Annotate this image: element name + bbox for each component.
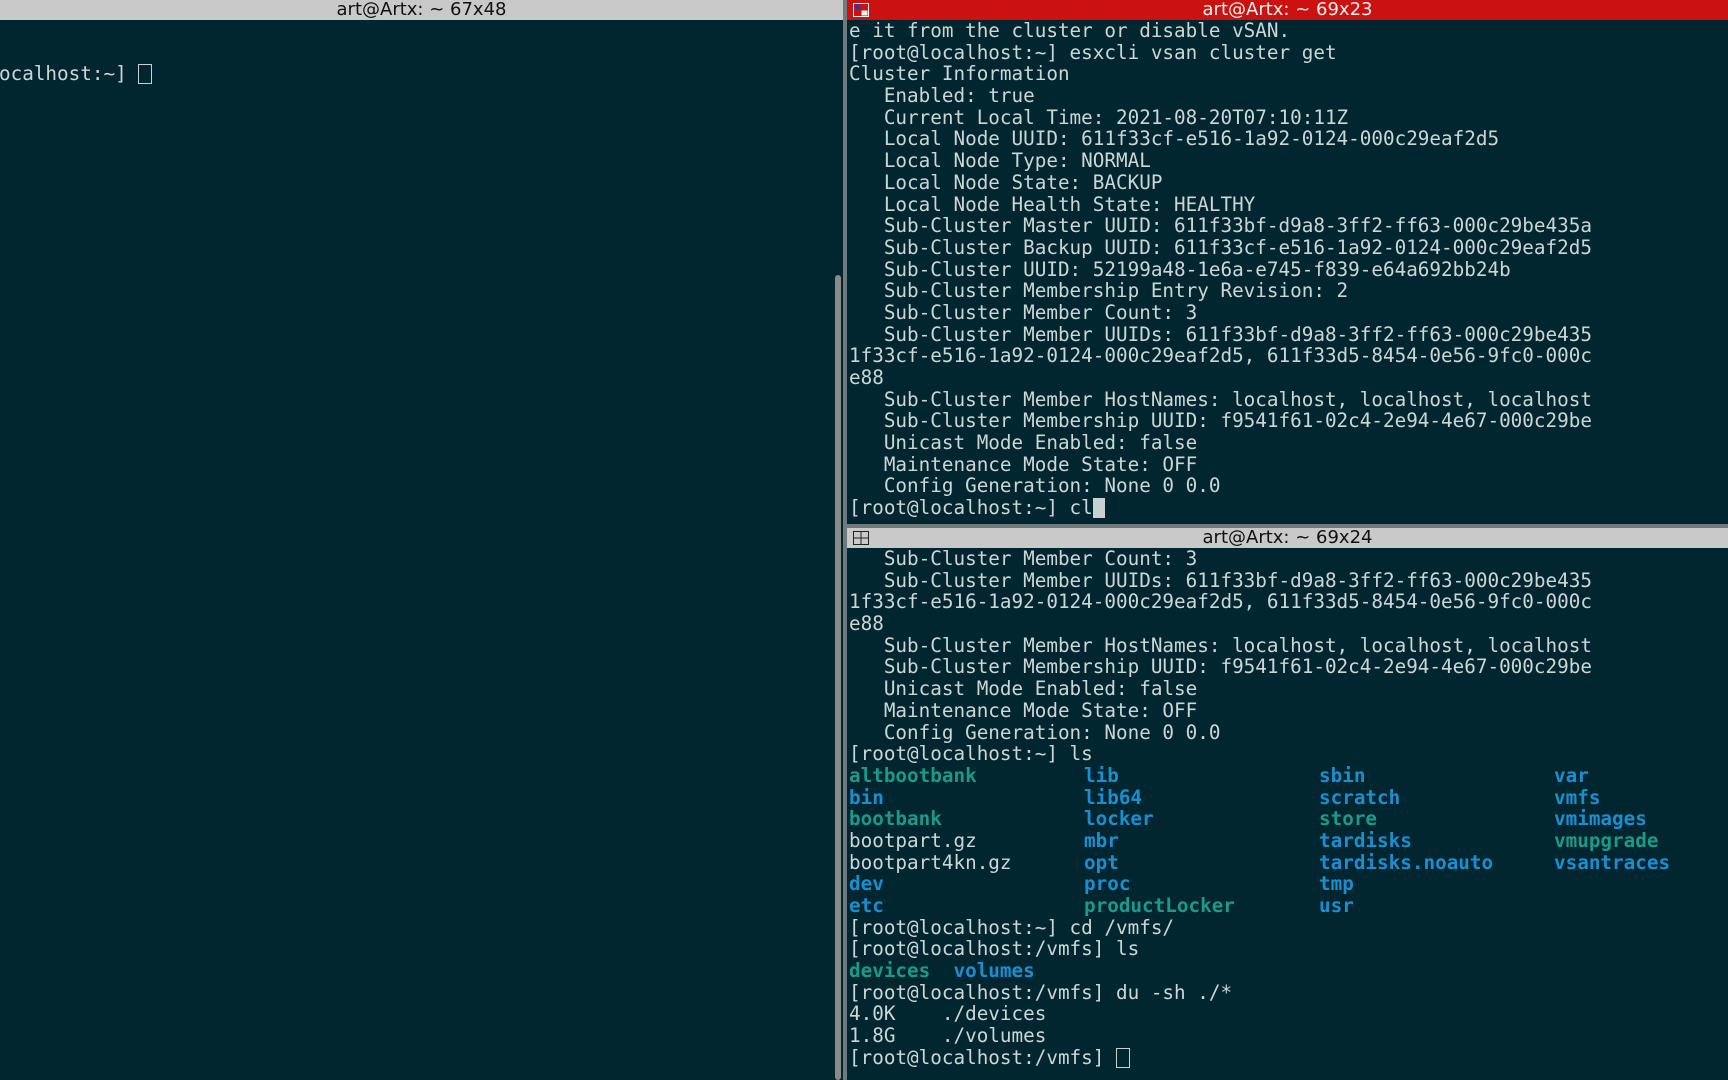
- prompt-line: [root@localhost:~] cl: [849, 497, 1728, 519]
- ls-output-grid: altbootbank lib sbin var bin lib64 scratch vmfs…: [849, 765, 1728, 917]
- terminal-line: Local Node Health State: HEALTHY: [849, 192, 1256, 216]
- left-prompt: ocalhost:~]: [0, 62, 139, 86]
- ls-entry: bin: [849, 785, 884, 809]
- ls-entry: bootpart4kn.gz: [849, 850, 1012, 874]
- terminal-line: Sub-Cluster Member HostNames: localhost,…: [849, 633, 1592, 657]
- cursor-icon: [138, 64, 153, 85]
- terminal-line: 1f33cf-e516-1a92-0124-000c29eaf2d5, 611f…: [849, 344, 1592, 368]
- ls-entry: vmfs: [1554, 785, 1601, 809]
- terminal-line: Sub-Cluster Membership UUID: f9541f61-02…: [849, 655, 1592, 679]
- ls-entry: usr: [1319, 894, 1354, 917]
- ls-entry: store: [1319, 807, 1378, 831]
- ls-entry: tardisks.noauto: [1319, 850, 1494, 874]
- terminal-line: Sub-Cluster Member Count: 3: [849, 548, 1198, 570]
- split-window-icon[interactable]: [853, 3, 869, 17]
- terminal-line: Config Generation: None 0 0.0: [849, 720, 1221, 744]
- ls-entry: devices: [849, 959, 931, 983]
- terminal-line: [root@localhost:/vmfs] ls: [849, 937, 1140, 961]
- terminal-line: 1.8G ./volumes: [849, 1024, 1047, 1048]
- ls-entry: scratch: [1319, 785, 1401, 809]
- top-right-terminal-output[interactable]: e it from the cluster or disable vSAN. [r…: [847, 20, 1728, 528]
- terminal-line: Local Node Type: NORMAL: [849, 149, 1151, 173]
- bottom-right-pane-titlebar[interactable]: art@Artx: ~ 69x24: [847, 528, 1728, 548]
- terminal-line: Sub-Cluster Member UUIDs: 611f33bf-d9a8-…: [849, 568, 1592, 592]
- left-pane-title: art@Artx: ~ 67x48: [336, 0, 507, 20]
- terminal-line: Local Node UUID: 611f33cf-e516-1a92-0124…: [849, 127, 1500, 151]
- ls-entry: vmupgrade: [1554, 828, 1659, 852]
- cursor-icon: [1116, 1047, 1130, 1068]
- top-right-terminal-pane[interactable]: art@Artx: ~ 69x23 e it from the cluster …: [847, 0, 1728, 528]
- ls-entry: sbin: [1319, 763, 1366, 787]
- terminal-line: e88: [849, 366, 884, 389]
- left-terminal-pane[interactable]: art@Artx: ~ 67x48 ocalhost:~]: [0, 0, 843, 1080]
- ls-entry: locker: [1084, 807, 1154, 831]
- terminal-line: Maintenance Mode State: OFF: [849, 698, 1198, 722]
- terminal-line: e88: [849, 612, 884, 636]
- ls-entry: [1554, 895, 1728, 917]
- terminal-line: Sub-Cluster Membership Entry Revision: 2: [849, 279, 1349, 303]
- ls-entry: mbr: [1084, 828, 1119, 852]
- prompt-text: [root@localhost:/vmfs]: [849, 1045, 1116, 1069]
- terminal-line: Current Local Time: 2021-08-20T07:10:11Z: [849, 105, 1349, 129]
- terminal-line: Sub-Cluster Membership UUID: f9541f61-02…: [849, 409, 1592, 433]
- terminal-line: Sub-Cluster Backup UUID: 611f33cf-e516-1…: [849, 235, 1592, 259]
- ls-entry: var: [1554, 763, 1589, 787]
- terminal-line: Unicast Mode Enabled: false: [849, 677, 1198, 701]
- ls-entry: productLocker: [1084, 894, 1235, 917]
- ls-entry: vsantraces: [1554, 850, 1671, 874]
- ls-entry: [1554, 873, 1728, 895]
- bottom-right-terminal-pane[interactable]: art@Artx: ~ 69x24 Sub-Cluster Member Cou…: [847, 528, 1728, 1080]
- top-right-pane-title: art@Artx: ~ 69x23: [1202, 0, 1373, 20]
- terminal-line: 4.0K ./devices: [849, 1002, 1047, 1026]
- terminal-line: 1f33cf-e516-1a92-0124-000c29eaf2d5, 611f…: [849, 590, 1592, 614]
- terminal-line: Sub-Cluster Member UUIDs: 611f33bf-d9a8-…: [849, 322, 1592, 346]
- left-pane-titlebar[interactable]: art@Artx: ~ 67x48: [0, 0, 843, 20]
- terminal-line: [root@localhost:/vmfs] du -sh ./*: [849, 980, 1233, 1004]
- terminal-line: e it from the cluster or disable vSAN.: [849, 20, 1291, 42]
- ls-entry: vmimages: [1554, 807, 1647, 831]
- terminal-line: Maintenance Mode State: OFF: [849, 452, 1198, 476]
- terminal-line: Enabled: true: [849, 84, 1035, 108]
- ls-entry: tardisks: [1319, 828, 1412, 852]
- top-right-pane-titlebar[interactable]: art@Artx: ~ 69x23: [847, 0, 1728, 20]
- terminal-line: Unicast Mode Enabled: false: [849, 431, 1198, 455]
- ls-entry: bootpart.gz: [849, 828, 977, 852]
- ls-entry: etc: [849, 894, 884, 917]
- ls-entry: dev: [849, 872, 884, 896]
- terminal-line: Sub-Cluster Member HostNames: localhost,…: [849, 387, 1592, 411]
- ls-entry: volumes: [953, 959, 1035, 983]
- ls-entry: lib64: [1084, 785, 1143, 809]
- terminal-line: Sub-Cluster UUID: 52199a48-1e6a-e745-f83…: [849, 257, 1511, 281]
- terminal-line: Local Node State: BACKUP: [849, 170, 1163, 194]
- terminal-line: Sub-Cluster Master UUID: 611f33bf-d9a8-3…: [849, 214, 1592, 238]
- ls-entry: tmp: [1319, 872, 1354, 896]
- bottom-right-pane-title: art@Artx: ~ 69x24: [1202, 528, 1373, 548]
- vmfs-ls-line: devices volumes: [849, 960, 1728, 982]
- terminal-line: Sub-Cluster Member Count: 3: [849, 300, 1198, 324]
- ls-entry: proc: [1084, 872, 1131, 896]
- terminal-line: Cluster Information: [849, 62, 1070, 86]
- left-terminal-output[interactable]: ocalhost:~]: [0, 20, 843, 1080]
- ls-entry: opt: [1084, 850, 1119, 874]
- ls-entry: bootbank: [849, 807, 942, 831]
- prompt-text: [root@localhost:~] cl: [849, 496, 1093, 520]
- cursor-icon: [1092, 498, 1105, 519]
- terminal-line: [root@localhost:~] cd /vmfs/: [849, 915, 1175, 939]
- ls-entry: lib: [1084, 763, 1119, 787]
- terminal-line: Config Generation: None 0 0.0: [849, 474, 1221, 498]
- bottom-right-terminal-output[interactable]: Sub-Cluster Member Count: 3 Sub-Cluster …: [847, 548, 1728, 1080]
- left-pane-scrollbar[interactable]: [835, 275, 841, 1080]
- split-window-icon[interactable]: [853, 531, 869, 545]
- terminal-line: [root@localhost:~] ls: [849, 742, 1093, 766]
- ls-entry: altbootbank: [849, 763, 977, 787]
- prompt-line: [root@localhost:/vmfs]: [849, 1045, 1728, 1069]
- terminal-line: [root@localhost:~] esxcli vsan cluster g…: [849, 40, 1337, 64]
